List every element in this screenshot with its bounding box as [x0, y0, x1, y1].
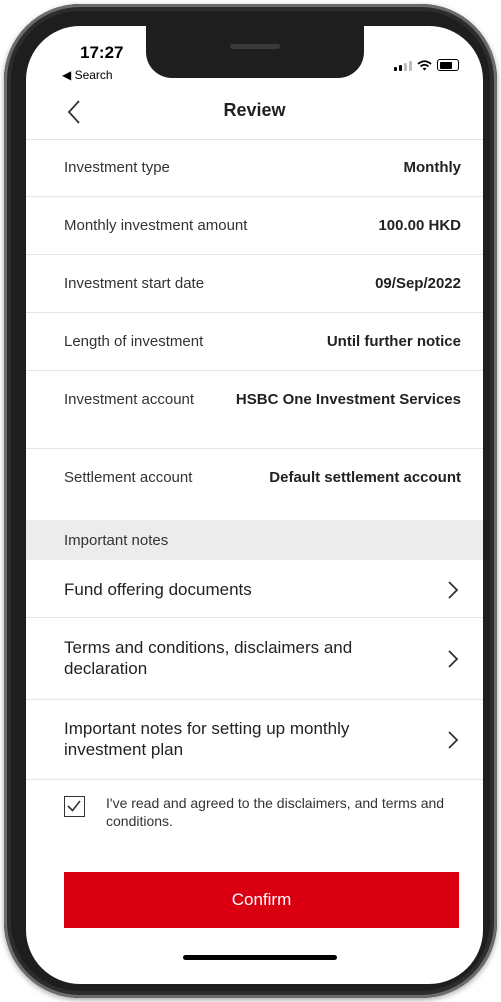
detail-row-investment-type: Investment type Monthly: [26, 139, 483, 197]
battery-icon: [437, 59, 459, 71]
checkmark-icon: [67, 800, 81, 812]
status-time: 17:27: [80, 43, 124, 62]
link-terms-and-conditions[interactable]: Terms and conditions, disclaimers and de…: [26, 618, 483, 700]
signal-icon: [394, 59, 412, 71]
nav-bar: Review: [26, 84, 483, 140]
detail-label: Investment start date: [64, 275, 205, 292]
detail-value: 100.00 HKD: [378, 217, 461, 234]
notch: [146, 26, 364, 78]
link-label: Fund offering documents: [64, 580, 252, 599]
link-monthly-plan-notes[interactable]: Important notes for setting up monthly i…: [26, 700, 483, 780]
detail-label: Settlement account: [64, 469, 193, 486]
agree-checkbox[interactable]: [64, 796, 85, 817]
chevron-right-icon: [448, 731, 459, 749]
phone-frame: 17:27 ◀ Search Review Investment type Mo…: [4, 4, 497, 998]
detail-label: Investment account: [64, 391, 195, 408]
chevron-right-icon: [448, 581, 459, 599]
link-label: Terms and conditions, disclaimers and de…: [64, 638, 353, 678]
link-fund-offering-documents[interactable]: Fund offering documents: [26, 560, 483, 618]
speaker-grille: [230, 44, 280, 49]
back-to-search-link[interactable]: ◀ Search: [62, 68, 113, 82]
status-bar: 17:27 ◀ Search: [26, 26, 483, 84]
agree-text: I've read and agreed to the disclaimers,…: [106, 795, 445, 829]
detail-row-start-date: Investment start date 09/Sep/2022: [26, 255, 483, 313]
section-title: Important notes: [64, 532, 169, 549]
status-icons: [394, 59, 459, 71]
confirm-button[interactable]: Confirm: [64, 872, 459, 928]
detail-label: Monthly investment amount: [64, 217, 248, 234]
page-title: Review: [223, 100, 286, 120]
detail-value: HSBC One Investment Services: [235, 391, 461, 408]
review-details: Investment type Monthly Monthly investme…: [26, 139, 483, 520]
detail-row-monthly-amount: Monthly investment amount 100.00 HKD: [26, 197, 483, 255]
home-indicator[interactable]: [183, 955, 337, 960]
chevron-right-icon: [448, 650, 459, 668]
phone-screen: 17:27 ◀ Search Review Investment type Mo…: [26, 26, 483, 984]
agreement: I've read and agreed to the disclaimers,…: [64, 794, 464, 844]
detail-value: Default settlement account: [269, 469, 461, 486]
detail-row-investment-account: Investment account HSBC One Investment S…: [26, 371, 483, 449]
link-label: Important notes for setting up monthly i…: [64, 719, 350, 759]
detail-label: Length of investment: [64, 333, 204, 350]
detail-row-length: Length of investment Until further notic…: [26, 313, 483, 371]
wifi-icon: [417, 60, 432, 71]
important-notes-header: Important notes: [26, 520, 483, 560]
detail-label: Investment type: [64, 159, 170, 176]
detail-row-settlement-account: Settlement account Default settlement ac…: [26, 449, 483, 520]
detail-value: Monthly: [403, 159, 462, 176]
detail-value: Until further notice: [326, 333, 461, 350]
important-notes-list: Fund offering documents Terms and condit…: [26, 560, 483, 780]
detail-value: 09/Sep/2022: [375, 275, 461, 292]
